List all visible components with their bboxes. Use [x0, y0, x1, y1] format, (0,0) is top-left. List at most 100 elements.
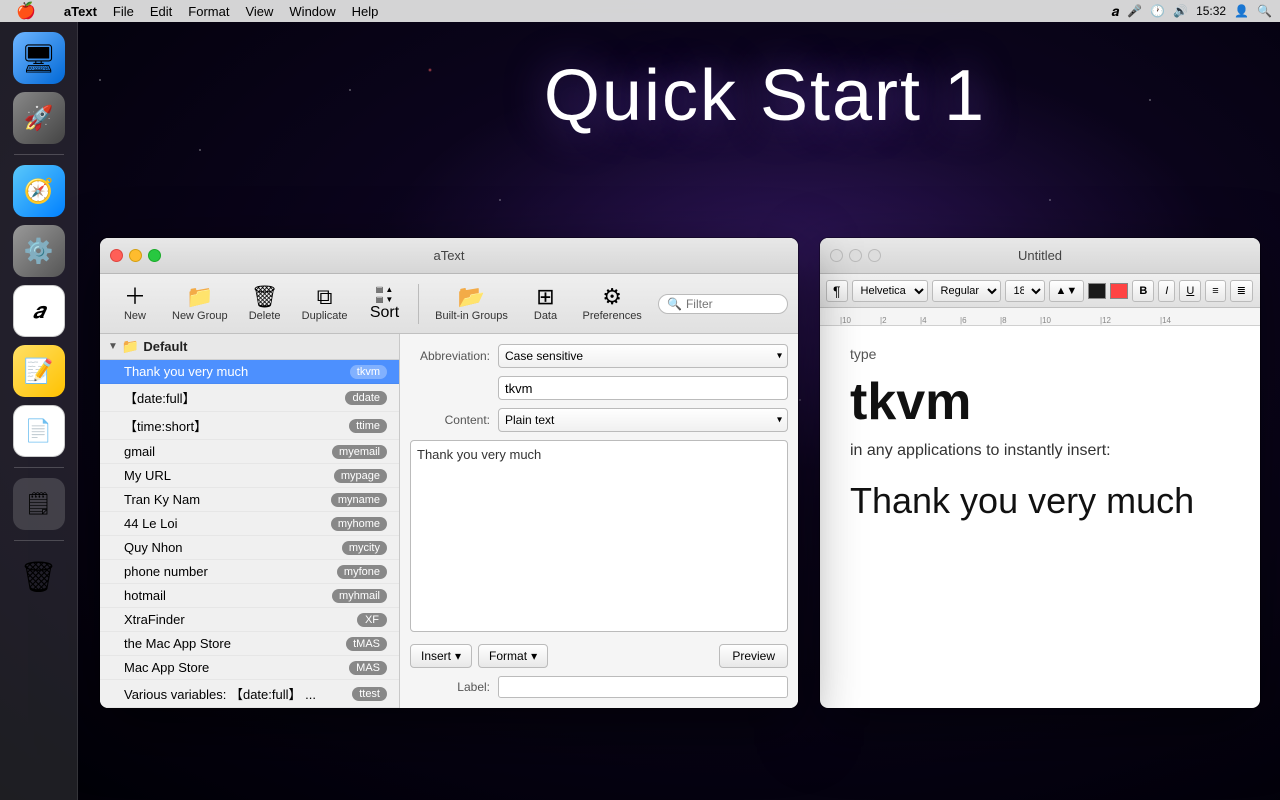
dock-atext[interactable]: 𝒂	[13, 285, 65, 337]
item-name: My URL	[124, 468, 334, 483]
font-select[interactable]: Helvetica	[852, 280, 928, 302]
user-icon[interactable]: 👤	[1234, 4, 1249, 18]
folder-icon: 📁	[122, 338, 139, 355]
menu-view[interactable]: View	[237, 0, 281, 22]
list-item[interactable]: the Mac App Store tMAS	[100, 632, 399, 656]
list-item[interactable]: phone number myfone	[100, 560, 399, 584]
list-item[interactable]: hotmail myhmail	[100, 584, 399, 608]
format-button[interactable]: Format ▾	[478, 644, 548, 668]
dock-textedit[interactable]: 📄	[13, 405, 65, 457]
apple-menu[interactable]: 🍎	[8, 0, 44, 22]
delete-button[interactable]: 🗑 Delete	[240, 280, 290, 328]
menu-edit[interactable]: Edit	[142, 0, 180, 22]
content-type-select-wrapper: Plain text	[498, 408, 788, 432]
list-item[interactable]: Mac App Store MAS	[100, 656, 399, 680]
list-item[interactable]: Quy Nhon mycity	[100, 536, 399, 560]
search-icon[interactable]: 🔍	[1257, 4, 1272, 18]
list-item[interactable]: Tran Ky Nam myname	[100, 488, 399, 512]
new-group-button[interactable]: 📁 New Group	[164, 280, 236, 328]
item-name: phone number	[124, 564, 337, 579]
list-item[interactable]: My URL mypage	[100, 464, 399, 488]
result-text-display: Thank you very much	[850, 480, 1230, 522]
list-item[interactable]: 【time:short】 ttime	[100, 412, 399, 440]
item-badge: mycity	[342, 541, 387, 555]
italic-button[interactable]: I	[1158, 280, 1175, 302]
dock-launchpad[interactable]: 🚀	[13, 92, 65, 144]
default-group-header[interactable]: ▼ 📁 Default	[100, 334, 399, 360]
dock-finder[interactable]: 🖥	[13, 32, 65, 84]
minimize-button[interactable]	[129, 249, 142, 262]
font-style-select[interactable]: Regular	[932, 280, 1001, 302]
insert-button[interactable]: Insert ▾	[410, 644, 472, 668]
sort-button[interactable]: ▤ ▲ ▤ ▼ Sort	[360, 280, 410, 328]
menubar: 🍎 aText File Edit Format View Window Hel…	[0, 0, 1280, 22]
menu-file[interactable]: File	[105, 0, 142, 22]
filter-input[interactable]	[686, 297, 779, 311]
abbreviation-input[interactable]	[498, 376, 788, 400]
list-item[interactable]: gmail myemail	[100, 440, 399, 464]
list-item[interactable]: Thank you very much tkvm	[100, 360, 399, 384]
sort-label: Sort	[370, 304, 399, 322]
filter-field[interactable]: 🔍	[658, 294, 788, 314]
content-text-area[interactable]: Thank you very much	[410, 440, 788, 632]
dock-trash[interactable]: 🗑	[13, 551, 65, 603]
editor-window: Untitled ¶ Helvetica Regular 18 ▲▼ B I U…	[820, 238, 1260, 708]
microphone-icon[interactable]: 🎤	[1127, 4, 1142, 18]
menu-window[interactable]: Window	[281, 0, 343, 22]
list-item[interactable]: Various variables: 【date:full】 ... ttest	[100, 680, 399, 708]
item-name: 44 Le Loi	[124, 516, 331, 531]
atext-menubar-icon[interactable]: 𝒂	[1111, 3, 1119, 20]
duplicate-label: Duplicate	[302, 310, 348, 322]
atext-window: aText ＋ New 📁 New Group 🗑 Delete ⧉ Dupli…	[100, 238, 798, 708]
duplicate-button[interactable]: ⧉ Duplicate	[294, 280, 356, 328]
label-row: Label:	[410, 676, 788, 698]
editor-minimize-button[interactable]	[849, 249, 862, 262]
font-size-stepper[interactable]: ▲▼	[1049, 280, 1085, 302]
abbreviation-row: Abbreviation: Case sensitive	[410, 344, 788, 368]
volume-icon[interactable]: 🔊	[1173, 4, 1188, 18]
editor-close-button[interactable]	[830, 249, 843, 262]
align-right-button[interactable]: ≣	[1230, 280, 1253, 302]
editor-maximize-button[interactable]	[868, 249, 881, 262]
close-button[interactable]	[110, 249, 123, 262]
dock-system-prefs[interactable]: ⚙️	[13, 225, 65, 277]
menu-help[interactable]: Help	[344, 0, 387, 22]
preview-button[interactable]: Preview	[719, 644, 788, 668]
editor-body[interactable]: type tkvm in any applications to instant…	[820, 326, 1260, 708]
item-badge: tkvm	[350, 365, 387, 379]
format-label: Format	[489, 649, 527, 663]
highlight-color-swatch[interactable]	[1110, 283, 1128, 299]
preferences-button[interactable]: ⚙ Preferences	[575, 280, 650, 328]
new-button[interactable]: ＋ New	[110, 280, 160, 328]
menu-app-name[interactable]: aText	[56, 0, 105, 22]
list-item[interactable]: 【date:full】 ddate	[100, 384, 399, 412]
item-badge: myhmail	[332, 589, 387, 603]
label-input[interactable]	[498, 676, 788, 698]
align-left-button[interactable]: ≡	[1205, 280, 1225, 302]
built-in-groups-button[interactable]: 📂 Built-in Groups	[427, 280, 517, 328]
data-button[interactable]: ⊞ Data	[521, 280, 571, 328]
content-type-select[interactable]: Plain text	[498, 408, 788, 432]
font-size-select[interactable]: 18	[1005, 280, 1045, 302]
menu-format[interactable]: Format	[180, 0, 237, 22]
dock-textedit-2[interactable]: 🗒	[13, 478, 65, 530]
preferences-icon: ⚙	[602, 286, 622, 308]
editor-window-title: Untitled	[1018, 248, 1062, 263]
text-color-swatch[interactable]	[1088, 283, 1106, 299]
menubar-right: 𝒂 🎤 🕐 🔊 15:32 👤 🔍	[1111, 3, 1272, 20]
item-badge: myhome	[331, 517, 387, 531]
case-sensitive-select[interactable]: Case sensitive	[498, 344, 788, 368]
maximize-button[interactable]	[148, 249, 161, 262]
bold-button[interactable]: B	[1132, 280, 1154, 302]
clock-menubar-icon[interactable]: 🕐	[1150, 4, 1165, 18]
list-item[interactable]: XtraFinder XF	[100, 608, 399, 632]
list-item[interactable]: 44 Le Loi myhome	[100, 512, 399, 536]
duplicate-icon: ⧉	[317, 286, 333, 308]
paragraph-style-button[interactable]: ¶	[826, 280, 848, 302]
item-badge: ttime	[349, 419, 387, 433]
dock-safari[interactable]: 🧭	[13, 165, 65, 217]
dock-notes[interactable]: 📝	[13, 345, 65, 397]
underline-button[interactable]: U	[1179, 280, 1201, 302]
atext-toolbar: ＋ New 📁 New Group 🗑 Delete ⧉ Duplicate ▤…	[100, 274, 798, 334]
content-label: Content:	[410, 413, 490, 427]
